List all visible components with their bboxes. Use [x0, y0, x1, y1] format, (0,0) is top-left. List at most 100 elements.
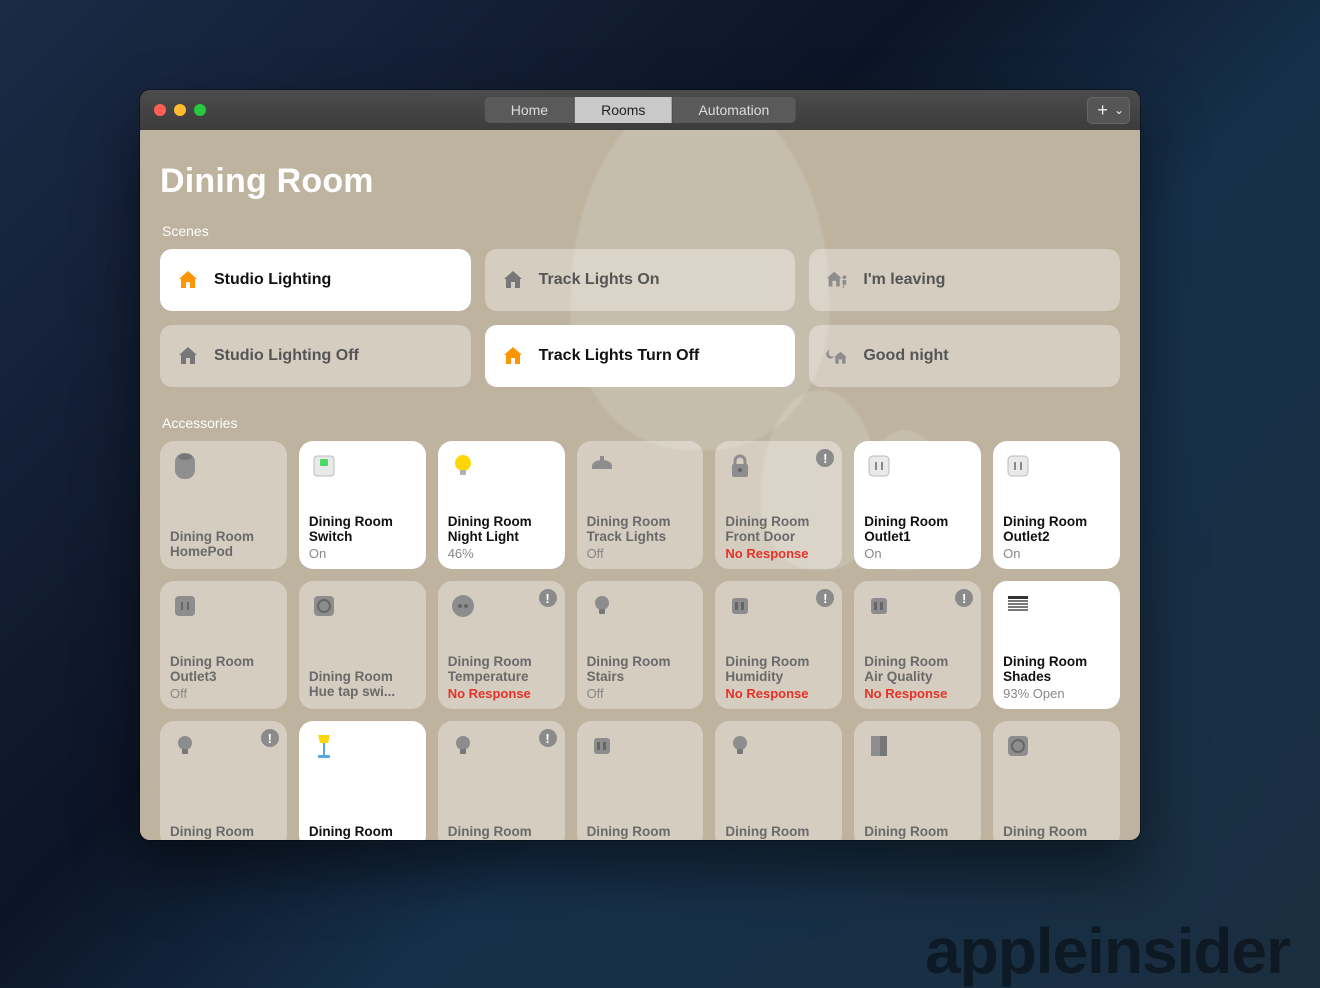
accessory-name: Dining Room Outlet3 — [170, 654, 277, 685]
accessory-status: Off — [587, 546, 694, 561]
scene-label: Studio Lighting Off — [214, 347, 359, 365]
moon-house-icon — [825, 344, 849, 368]
accessory-name: Dining Room Humidity — [725, 654, 832, 685]
accessory-status: No Response — [448, 686, 555, 701]
accessory-name: Dining Room Air Quality — [864, 654, 971, 685]
warning-badge-icon: ! — [539, 729, 557, 747]
house-icon — [176, 344, 200, 368]
accessory-name: Dining Room Hue tap swi... — [309, 669, 416, 700]
scene-tile[interactable]: Studio Lighting — [160, 249, 471, 311]
accessory-name: Dining Room — [448, 824, 555, 840]
house-icon — [501, 268, 525, 292]
content-area: Dining Room Scenes Studio Lighting Track… — [140, 130, 1140, 840]
house-icon — [176, 268, 200, 292]
warning-badge-icon: ! — [955, 589, 973, 607]
scene-tile[interactable]: Track Lights On — [485, 249, 796, 311]
bulb-icon — [725, 731, 755, 761]
accessory-tile[interactable]: Dining Room Outlet3 Off — [160, 581, 287, 709]
room-title: Dining Room — [160, 162, 1120, 201]
scenes-label: Scenes — [162, 223, 1120, 239]
accessory-status: On — [309, 546, 416, 561]
scene-tile[interactable]: Good night — [809, 325, 1120, 387]
add-button[interactable]: + ⌄ — [1087, 97, 1130, 124]
circle-sq-icon — [309, 591, 339, 621]
accessory-tile[interactable]: ! Dining Room — [160, 721, 287, 840]
accessories-label: Accessories — [162, 415, 1120, 431]
accessory-tile[interactable]: ! Dining Room Air Quality No Response — [854, 581, 981, 709]
accessory-tile[interactable]: Dining Room — [577, 721, 704, 840]
outlet-icon — [864, 451, 894, 481]
accessory-name: Dining Room Outlet1 — [864, 514, 971, 545]
accessory-name: Dining Room Front Door — [725, 514, 832, 545]
accessory-status: 46% — [448, 546, 555, 561]
bulb-on-icon — [448, 451, 478, 481]
accessories-grid: Dining Room HomePod Dining Room Switch O… — [160, 441, 1120, 840]
scenes-grid: Studio Lighting Track Lights On I'm leav… — [160, 249, 1120, 387]
house-icon — [501, 344, 525, 368]
lamp-icon — [309, 731, 339, 761]
accessory-tile[interactable]: Dining Room — [993, 721, 1120, 840]
accessory-name: Dining Room — [725, 824, 832, 840]
accessory-status: On — [1003, 546, 1110, 561]
scene-tile[interactable]: Track Lights Turn Off — [485, 325, 796, 387]
accessory-tile[interactable]: ! Dining Room Humidity No Response — [715, 581, 842, 709]
accessory-tile[interactable]: Dining Room Switch On — [299, 441, 426, 569]
accessory-tile[interactable]: ! Dining Room Temperature No Response — [438, 581, 565, 709]
accessory-tile[interactable]: Dining Room — [299, 721, 426, 840]
accessory-name: Dining Room — [309, 824, 416, 840]
accessory-name: Dining Room Track Lights — [587, 514, 694, 545]
app-window: Home Rooms Automation + ⌄ Dining Room Sc… — [140, 90, 1140, 840]
accessory-tile[interactable]: Dining Room Stairs Off — [577, 581, 704, 709]
accessory-name: Dining Room HomePod — [170, 529, 277, 560]
warning-badge-icon: ! — [816, 449, 834, 467]
accessory-status: No Response — [725, 546, 832, 561]
accessory-tile[interactable]: Dining Room — [715, 721, 842, 840]
accessory-tile[interactable]: ! Dining Room — [438, 721, 565, 840]
titlebar: Home Rooms Automation + ⌄ — [140, 90, 1140, 131]
tab-home[interactable]: Home — [485, 97, 575, 123]
accessory-name: Dining Room Stairs — [587, 654, 694, 685]
accessory-tile[interactable]: Dining Room Outlet1 On — [854, 441, 981, 569]
switch-icon — [309, 451, 339, 481]
view-segmented-control: Home Rooms Automation — [485, 97, 796, 123]
scene-label: Track Lights On — [539, 271, 660, 289]
bulb-icon — [170, 731, 200, 761]
warning-badge-icon: ! — [539, 589, 557, 607]
minimize-window-button[interactable] — [174, 104, 186, 116]
tab-rooms[interactable]: Rooms — [575, 97, 672, 123]
accessory-tile[interactable]: ! Dining Room Front Door No Response — [715, 441, 842, 569]
shades-icon — [1003, 591, 1033, 621]
outlet-icon — [1003, 451, 1033, 481]
circle-sq-icon — [1003, 731, 1033, 761]
plus-icon: + — [1097, 100, 1108, 121]
accessory-name: Dining Room Shades — [1003, 654, 1110, 685]
lock-icon — [725, 451, 755, 481]
door-icon — [864, 731, 894, 761]
sensor-icon — [725, 591, 755, 621]
scene-label: I'm leaving — [863, 271, 945, 289]
tab-automation[interactable]: Automation — [672, 97, 795, 123]
thermostat-icon — [448, 591, 478, 621]
accessory-name: Dining Room — [170, 824, 277, 840]
accessory-tile[interactable]: Dining Room Hue tap swi... — [299, 581, 426, 709]
sensor-icon — [864, 591, 894, 621]
scene-label: Track Lights Turn Off — [539, 347, 700, 365]
accessory-tile[interactable]: Dining Room — [854, 721, 981, 840]
scene-tile[interactable]: I'm leaving — [809, 249, 1120, 311]
accessory-tile[interactable]: Dining Room Outlet2 On — [993, 441, 1120, 569]
accessory-name: Dining Room Night Light — [448, 514, 555, 545]
accessory-tile[interactable]: Dining Room Track Lights Off — [577, 441, 704, 569]
close-window-button[interactable] — [154, 104, 166, 116]
scene-tile[interactable]: Studio Lighting Off — [160, 325, 471, 387]
homepod-icon — [170, 451, 200, 481]
accessory-tile[interactable]: Dining Room Shades 93% Open — [993, 581, 1120, 709]
watermark: appleinsider — [925, 914, 1290, 988]
accessory-tile[interactable]: Dining Room HomePod — [160, 441, 287, 569]
bulb-icon — [587, 591, 617, 621]
warning-badge-icon: ! — [261, 729, 279, 747]
accessory-name: Dining Room Temperature — [448, 654, 555, 685]
zoom-window-button[interactable] — [194, 104, 206, 116]
accessory-tile[interactable]: Dining Room Night Light 46% — [438, 441, 565, 569]
accessory-name: Dining Room Outlet2 — [1003, 514, 1110, 545]
chevron-down-icon: ⌄ — [1114, 103, 1124, 117]
